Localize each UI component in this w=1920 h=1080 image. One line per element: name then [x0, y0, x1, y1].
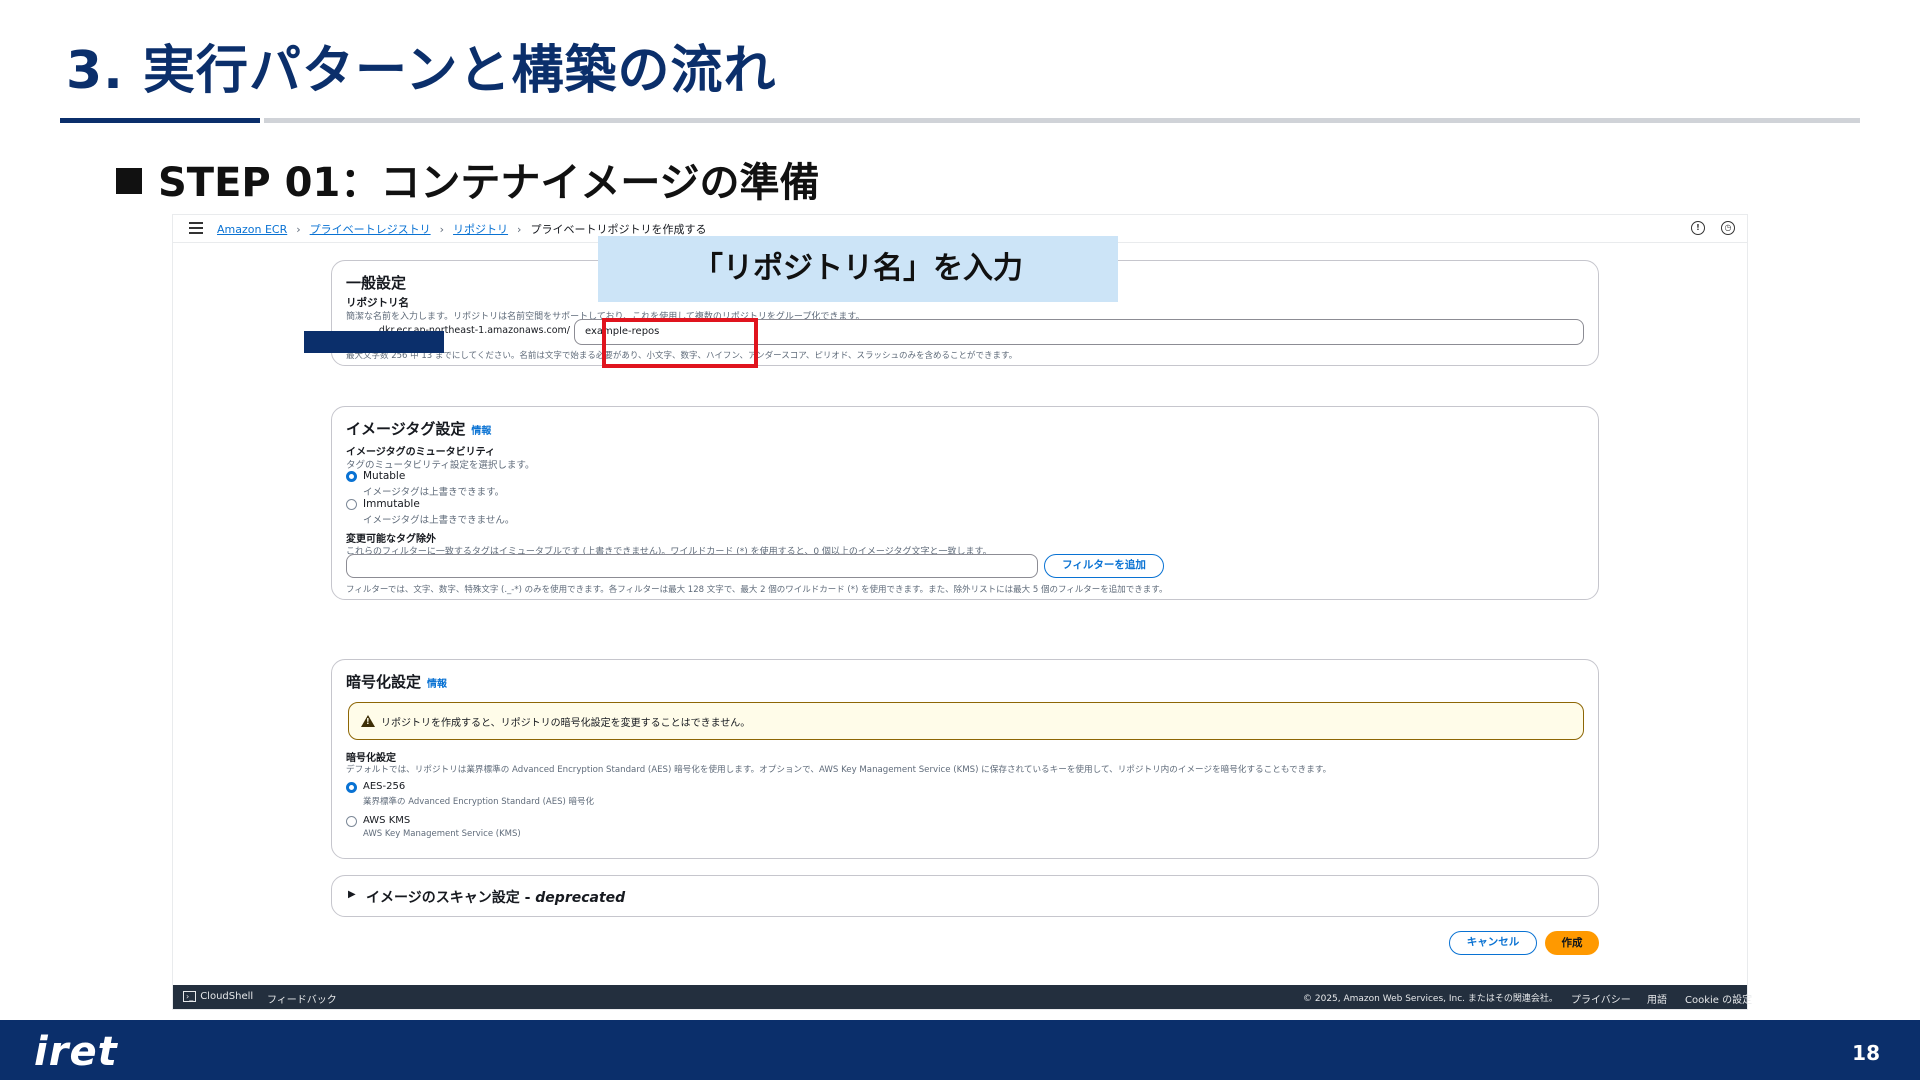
encryption-heading: 暗号化設定 情報 [346, 671, 447, 692]
console-footer: ›_ CloudShell フィードバック © 2025, Amazon Web … [173, 985, 1752, 1009]
repo-name-label: リポジトリ名 [346, 297, 409, 309]
aws-kms-label: AWS KMS [363, 815, 411, 826]
encryption-heading-text: 暗号化設定 [346, 673, 422, 691]
footer-band [0, 1020, 1920, 1080]
feedback-link[interactable]: フィードバック [267, 991, 337, 1006]
tag-exclusion-label: 変更可能なタグ除外 [346, 534, 436, 545]
history-icon[interactable]: ◷ [1721, 221, 1735, 235]
chevron-right-icon: › [439, 223, 445, 236]
image-scan-heading-text: イメージのスキャン設定 - [366, 890, 536, 906]
tag-filter-hint: フィルターでは、文字、数字、特殊文字 (._-*) のみを使用できます。各フィル… [346, 585, 1168, 595]
image-tag-heading: イメージタグ設定 情報 [346, 418, 491, 439]
redacted-account-id [304, 331, 444, 353]
aes256-label: AES-256 [363, 781, 406, 792]
deprecated-label: deprecated [535, 890, 626, 906]
encryption-config-description: デフォルトでは、リポジトリは業界標準の Advanced Encryption … [346, 765, 1332, 775]
step-heading-text: STEP 01：コンテナイメージの準備 [158, 160, 820, 206]
general-settings-heading: 一般設定 [346, 274, 407, 292]
tag-mutability-label: イメージタグのミュータビリティ [346, 447, 495, 458]
breadcrumb: Amazon ECR › プライベートレジストリ › リポジトリ › プライベートリポジトリ… [217, 221, 706, 237]
title-underline-accent [60, 118, 260, 123]
cloudshell-link: ›_ CloudShell [183, 991, 253, 1002]
aws-kms-radio[interactable] [346, 816, 357, 827]
encryption-config-label: 暗号化設定 [346, 753, 396, 764]
step-heading: STEP 01：コンテナイメージの準備 [116, 150, 820, 208]
page-number: 18 [1852, 1041, 1880, 1065]
image-scan-heading: イメージのスキャン設定 - deprecated [366, 887, 625, 907]
copyright-text: © 2025, Amazon Web Services, Inc. またはその関… [1303, 994, 1558, 1004]
breadcrumb-private-registry[interactable]: プライベートレジストリ [310, 223, 431, 236]
tag-filter-input[interactable] [346, 554, 1038, 578]
immutable-radio[interactable] [346, 499, 357, 510]
cancel-button[interactable]: キャンセル [1449, 931, 1537, 955]
encryption-warning-alert: リポジトリを作成すると、リポジトリの暗号化設定を変更することはできません。 [348, 702, 1584, 740]
image-tag-settings-card: イメージタグ設定 情報 イメージタグのミュータビリティ タグのミュータビリティ設定… [331, 406, 1599, 600]
cookie-settings-link[interactable]: Cookie の設定 [1685, 991, 1752, 1006]
mutable-description: イメージタグは上書きできます。 [363, 487, 505, 498]
breadcrumb-amazon-ecr[interactable]: Amazon ECR [217, 223, 287, 236]
image-scan-section[interactable]: ▶ イメージのスキャン設定 - deprecated [331, 875, 1599, 917]
immutable-label: Immutable [363, 498, 420, 510]
slide-title: 3. 実行パターンと構築の流れ [66, 41, 777, 101]
breadcrumb-current: プライベートリポジトリを作成する [530, 223, 707, 236]
create-button[interactable]: 作成 [1545, 931, 1599, 955]
aws-kms-description: AWS Key Management Service (KMS) [363, 829, 521, 839]
encryption-warning-text: リポジトリを作成すると、リポジトリの暗号化設定を変更することはできません。 [381, 718, 751, 729]
info-icon[interactable]: ! [1691, 221, 1705, 235]
mutable-radio[interactable] [346, 471, 357, 482]
menu-icon[interactable] [189, 222, 203, 234]
bullet-square-icon [116, 168, 142, 194]
terminal-icon: ›_ [183, 991, 197, 1002]
callout-label: 「リポジトリ名」を入力 [598, 236, 1118, 302]
company-logo: iret [34, 1029, 118, 1075]
privacy-link[interactable]: プライバシー [1571, 991, 1631, 1006]
encryption-settings-card: 暗号化設定情報 リポジトリを作成すると、リポジトリの暗号化設定を変更することはで… [331, 659, 1599, 859]
image-tag-heading-text: イメージタグ設定 [346, 420, 466, 438]
add-filter-button[interactable]: フィルターを追加 [1044, 554, 1164, 578]
cloudshell-label[interactable]: CloudShell [200, 991, 253, 1002]
warning-icon [361, 715, 375, 727]
caret-right-icon: ▶ [348, 889, 356, 900]
highlight-box [602, 318, 758, 368]
chevron-right-icon: › [517, 223, 522, 236]
terms-link[interactable]: 用語 [1647, 991, 1667, 1006]
mutable-label: Mutable [363, 470, 406, 482]
title-underline [264, 118, 1860, 123]
image-tag-info-link[interactable]: 情報 [471, 426, 491, 437]
breadcrumb-repositories[interactable]: リポジトリ [453, 223, 508, 236]
chevron-right-icon: › [296, 223, 301, 236]
aes256-description: 業界標準の Advanced Encryption Standard (AES)… [363, 797, 595, 807]
aes256-radio[interactable] [346, 782, 357, 793]
immutable-description: イメージタグは上書きできません。 [363, 515, 515, 526]
encryption-info-link[interactable]: 情報 [427, 679, 447, 690]
tag-mutability-description: タグのミュータビリティ設定を選択します。 [346, 460, 535, 471]
